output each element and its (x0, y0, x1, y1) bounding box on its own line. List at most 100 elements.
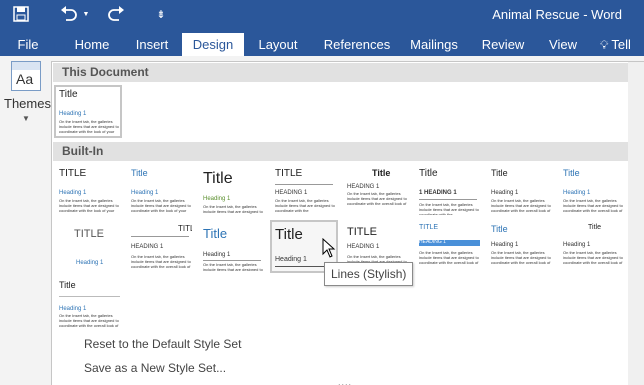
style-title-text: TITLE (178, 224, 192, 233)
chevron-down-icon: ▼ (82, 10, 90, 18)
style-title-text: TITLE (74, 228, 104, 240)
style-set-built-in[interactable]: TITLE Heading 1 (54, 220, 122, 273)
style-title-text: Title (131, 168, 148, 178)
style-body-text: On the Insert tab, the galleries include… (131, 198, 191, 214)
style-title-text: Title (588, 224, 601, 231)
tab-references[interactable]: References (318, 33, 396, 56)
style-set-built-in[interactable]: Title Heading 1 On the Insert tab, the g… (486, 220, 554, 273)
style-title-text: TITLE (419, 224, 439, 231)
tab-home[interactable]: Home (66, 33, 118, 56)
style-set-built-in[interactable]: Title Heading 1 On the Insert tab, the g… (558, 220, 626, 273)
style-heading-text: 1 HEADING 1 (419, 190, 457, 196)
style-body-text: On the Insert tab, the galleries include… (203, 204, 263, 217)
style-title-text: TITLE (275, 168, 303, 179)
save-new-style-set-menu-item[interactable]: Save as a New Style Set... (84, 361, 226, 375)
style-set-built-in[interactable]: Title Heading 1 On the Insert tab, the g… (126, 164, 194, 217)
style-rule (275, 184, 333, 185)
style-body-text: On the Insert tab, the galleries include… (59, 198, 119, 214)
style-body-text: On the Insert tab, the galleries include… (563, 250, 623, 266)
style-heading-text: HEADING 1 (347, 184, 380, 190)
style-title-text: Title (203, 170, 233, 187)
document-title: Animal Rescue - Word (492, 7, 622, 22)
tell-me-search[interactable]: 💡︎ Tell (600, 33, 644, 56)
style-heading-text: Heading 1 (563, 242, 591, 248)
save-button[interactable] (10, 3, 32, 25)
tab-view[interactable]: View (542, 33, 584, 56)
style-title-text: TITLE (347, 226, 377, 238)
undo-dropdown-button[interactable]: ▼ (81, 3, 91, 25)
style-body-text: On the Insert tab, the galleries include… (59, 313, 119, 328)
style-set-built-in[interactable]: Title HEADING 1 On the Insert tab, the g… (342, 164, 410, 217)
style-title-text: Title (203, 226, 228, 241)
tab-review[interactable]: Review (478, 33, 528, 56)
style-set-built-in[interactable]: TITLE HEADING 1 On the Insert tab, the g… (270, 164, 338, 217)
style-heading-text: Heading 1 (59, 111, 87, 117)
undo-button[interactable] (58, 3, 80, 25)
style-rule (131, 236, 189, 237)
style-heading-text: Heading 1 (203, 196, 231, 202)
style-body-text: On the Insert tab, the galleries include… (203, 262, 263, 272)
style-set-built-in[interactable]: Title Heading 1 On the Insert tab, the g… (198, 164, 266, 217)
style-heading-text: Heading 1 (275, 256, 307, 263)
style-heading-text: Heading 1 (131, 190, 159, 196)
style-heading-text: Heading 1 (491, 190, 519, 196)
style-body-text: On the Insert tab, the galleries include… (491, 250, 551, 266)
redo-icon (108, 6, 124, 21)
tab-layout[interactable]: Layout (252, 33, 304, 56)
style-body-text: On the Insert tab, the galleries include… (563, 198, 623, 214)
style-heading-text: HEADING 1 (419, 239, 446, 245)
style-set-gallery: This Document Title Heading 1 On the Ins… (51, 61, 644, 385)
themes-button[interactable]: Aa Themes ▼ (4, 58, 51, 128)
style-set-built-in[interactable]: Title Heading 1 On the Insert tab, the g… (54, 276, 122, 329)
undo-icon (61, 6, 77, 21)
style-heading-text: HEADING 1 (131, 244, 164, 250)
style-heading-text: Heading 1 (59, 190, 87, 196)
style-heading-text: Heading 1 (76, 260, 104, 266)
style-set-built-in[interactable]: Title Heading 1 On the Insert tab, the g… (198, 220, 266, 273)
style-set-built-in[interactable]: TITLE HEADING 1 On the Insert tab, the g… (126, 220, 194, 273)
style-title-text: TITLE (59, 168, 87, 179)
style-body-text: On the Insert tab, the galleries include… (275, 198, 335, 213)
style-title-text: Title (491, 224, 508, 234)
lightbulb-icon: 💡︎ (600, 38, 609, 52)
resize-grip[interactable]: .... (338, 377, 352, 385)
style-heading-text: Heading 1 (59, 306, 87, 312)
style-title-text: Title (59, 280, 76, 290)
customize-quick-access-button[interactable]: ⇟ (152, 3, 170, 25)
style-title-text: Title (491, 168, 508, 178)
gallery-scrollbar[interactable] (628, 62, 644, 385)
style-set-built-in[interactable]: TITLE HEADING 1 On the Insert tab, the g… (414, 220, 482, 273)
style-set-built-in[interactable]: Title Heading 1 On the Insert tab, the g… (558, 164, 626, 217)
style-set-this-document[interactable]: Title Heading 1 On the Insert tab, the g… (54, 85, 122, 138)
style-heading-text: Heading 1 (203, 252, 231, 258)
chevron-down-icon: ▼ (22, 114, 30, 123)
tab-insert[interactable]: Insert (126, 33, 178, 56)
style-title-text: Title (419, 168, 438, 179)
mouse-cursor-icon (322, 238, 336, 258)
style-title-text: Title (563, 168, 580, 178)
style-set-tooltip: Lines (Stylish) (324, 262, 414, 286)
tab-file[interactable]: File (8, 33, 48, 56)
style-rule (419, 199, 477, 200)
themes-label: Themes (4, 96, 51, 111)
style-title-text: Title (275, 226, 303, 243)
title-bar: ▼ ⇟ Animal Rescue - Word (0, 0, 644, 30)
reset-style-set-menu-item[interactable]: Reset to the Default Style Set (84, 337, 241, 351)
this-document-header: This Document (53, 63, 629, 82)
style-body-text: On the Insert tab, the galleries include… (419, 202, 479, 217)
style-set-built-in[interactable]: TITLE Heading 1 On the Insert tab, the g… (54, 164, 122, 217)
tab-design[interactable]: Design (182, 33, 244, 56)
style-body-text: On the Insert tab, the galleries include… (419, 250, 479, 266)
style-body-text: On the Insert tab, the galleries include… (347, 191, 407, 207)
tab-mailings[interactable]: Mailings (404, 33, 464, 56)
themes-icon: Aa (11, 61, 41, 91)
style-rule (203, 260, 261, 261)
style-title-text: Title (59, 89, 78, 100)
style-set-built-in[interactable]: Title 1 HEADING 1 On the Insert tab, the… (414, 164, 482, 217)
tell-me-label: Tell (611, 37, 631, 52)
style-heading-text: HEADING 1 (275, 190, 308, 196)
redo-button[interactable] (105, 3, 127, 25)
save-icon (13, 6, 29, 22)
style-set-built-in[interactable]: Title Heading 1 On the Insert tab, the g… (486, 164, 554, 217)
style-heading-text: Heading 1 (563, 190, 591, 196)
